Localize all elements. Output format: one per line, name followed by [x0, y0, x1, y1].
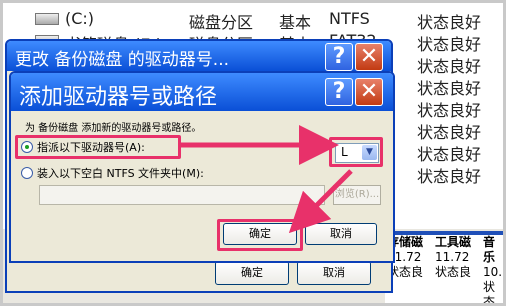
table-row[interactable]: (C:) 磁盘分区 基本 NTFS 状态良好 — [27, 7, 503, 32]
screenshot-frame: (C:) 磁盘分区 基本 NTFS 状态良好 书籍磁盘 (E:) 磁盘分区 基本… — [0, 0, 506, 306]
volume-filesystem: NTFS — [329, 9, 370, 28]
ok-button[interactable]: 确定 — [223, 223, 297, 245]
add-drive-letter-dialog: 添加驱动器号或路径 ? ✕ 为 备份磁盘 添加新的驱动器号或路径。 指派以下驱动… — [9, 71, 395, 263]
volume-block[interactable]: 音乐 10. 状态 — [481, 231, 503, 303]
outer-ok-button[interactable]: 确定 — [215, 261, 289, 285]
drive-icon — [35, 13, 59, 25]
volume-block-size: 11.72 — [435, 250, 470, 264]
volume-status: 状态良好 — [417, 167, 482, 186]
volume-block-status: 状态 — [483, 280, 496, 303]
mount-folder-radio[interactable] — [21, 167, 33, 179]
volume-block-name: 工具磁 — [435, 235, 472, 249]
dialog-description: 为 备份磁盘 添加新的驱动器号或路径。 — [25, 123, 202, 134]
close-button[interactable]: ✕ — [355, 78, 383, 106]
assign-letter-label[interactable]: 指派以下驱动器号(A): — [37, 139, 145, 155]
chevron-down-icon[interactable]: ▼ — [362, 145, 377, 160]
help-icon: ? — [332, 79, 346, 104]
outer-dialog-title: 更改 备份磁盘 的驱动器号... — [15, 50, 230, 70]
volume-block-name: 音乐 — [483, 235, 496, 264]
volume-block-status: 状态良 — [435, 265, 472, 279]
close-button[interactable]: ✕ — [355, 43, 383, 71]
help-button[interactable]: ? — [325, 78, 353, 106]
help-button[interactable]: ? — [325, 43, 353, 71]
inner-dialog-title: 添加驱动器号或路径 — [19, 85, 218, 110]
volume-block-size: 10. — [483, 265, 503, 279]
inner-dialog-titlebar: 添加驱动器号或路径 ? ✕ — [11, 73, 393, 111]
folder-path-input[interactable] — [39, 185, 325, 205]
volume-block[interactable]: 工具磁 11.72 状态良 — [433, 231, 481, 303]
outer-dialog-buttons: 确定 取消 — [7, 261, 391, 291]
assign-letter-radio[interactable] — [21, 141, 33, 153]
cancel-button[interactable]: 取消 — [305, 223, 377, 245]
volume-name: (C:) — [65, 9, 95, 28]
mount-folder-label[interactable]: 装入以下空白 NTFS 文件夹中(M): — [37, 165, 204, 181]
browse-button[interactable]: 浏览(R)... — [333, 185, 381, 205]
close-icon: ✕ — [359, 44, 379, 69]
close-icon: ✕ — [359, 79, 379, 104]
drive-letter-value: L — [341, 145, 348, 159]
help-icon: ? — [332, 44, 346, 69]
outer-dialog-titlebar: 更改 备份磁盘 的驱动器号... ? ✕ — [7, 41, 391, 71]
outer-cancel-button[interactable]: 取消 — [297, 261, 371, 285]
drive-letter-select[interactable]: L ▼ — [335, 143, 379, 163]
volume-block-status: 状态良 — [387, 265, 424, 279]
